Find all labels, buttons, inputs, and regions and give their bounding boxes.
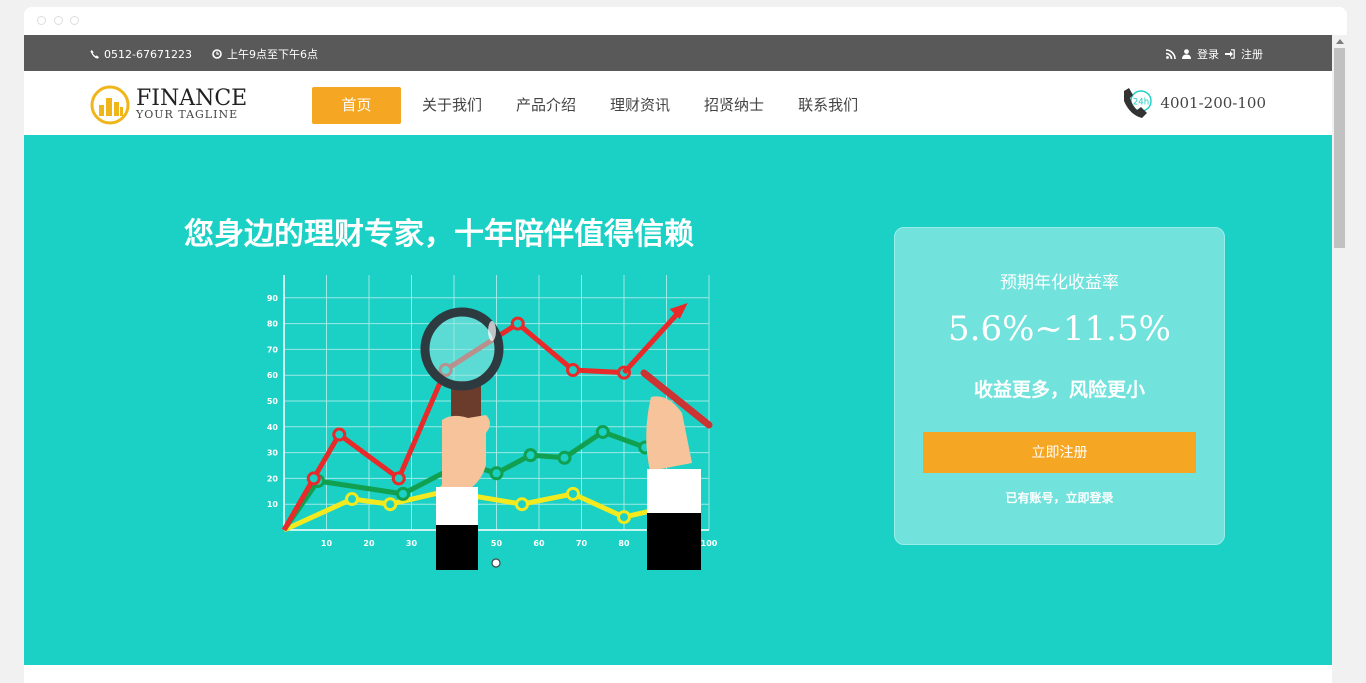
y-tick-label: 60 <box>267 371 279 380</box>
red-point <box>306 471 321 486</box>
y-tick-label: 40 <box>267 423 279 432</box>
scrollbar-thumb[interactable] <box>1334 48 1345 248</box>
nav-item-home[interactable]: 首页 <box>312 87 401 124</box>
window-dot[interactable] <box>54 16 63 25</box>
x-tick-label: 60 <box>533 539 545 548</box>
x-tick-label: 50 <box>491 539 503 548</box>
y-tick-label: 20 <box>267 474 279 483</box>
top-bar: 0512-67671223 上午9点至下午6点 登录 注册 <box>24 35 1332 71</box>
yellow-point <box>345 492 359 507</box>
clock-icon <box>212 49 222 59</box>
window-dot[interactable] <box>37 16 46 25</box>
x-tick-label: 70 <box>576 539 588 548</box>
nav-item-news[interactable]: 理财资讯 <box>593 87 687 124</box>
browser-chrome <box>24 7 1347 35</box>
nav-item-products[interactable]: 产品介绍 <box>499 87 593 124</box>
green-point <box>396 486 410 501</box>
red-point <box>332 427 347 442</box>
main-nav: 首页 关于我们 产品介绍 理财资讯 招贤纳士 联系我们 <box>312 87 875 124</box>
x-tick-label: 100 <box>701 539 718 548</box>
nav-item-careers[interactable]: 招贤纳士 <box>687 87 781 124</box>
red-point <box>510 316 525 331</box>
yield-slogan: 收益更多，风险更小 <box>973 379 1145 401</box>
logo-name: FINANCE <box>136 86 248 111</box>
yield-rate: 5.6%~11.5% <box>948 309 1171 349</box>
grid-lines <box>283 275 710 531</box>
business-hours: 上午9点至下午6点 <box>226 48 318 61</box>
red-arrow-line <box>622 307 684 375</box>
carousel-dot[interactable] <box>491 558 501 568</box>
window-dot[interactable] <box>70 16 79 25</box>
register-button[interactable]: 立即注册 <box>923 432 1196 473</box>
login-now-link[interactable]: 已有账号，立即登录 <box>895 489 1224 506</box>
hotline-number: 4001-200-100 <box>1160 94 1266 112</box>
y-tick-label: 100 <box>261 275 278 277</box>
y-tick-label: 30 <box>267 449 279 458</box>
login-link[interactable]: 登录 <box>1197 46 1219 62</box>
x-tick-label: 80 <box>618 539 630 548</box>
left-hand-illustration <box>436 415 490 570</box>
red-point <box>566 363 580 378</box>
green-point <box>557 450 572 465</box>
red-point <box>391 471 406 486</box>
yellow-point <box>617 510 631 525</box>
phone-number: 0512-67671223 <box>104 47 192 61</box>
y-tick-label: 70 <box>267 345 279 354</box>
x-tick-label: 10 <box>321 539 333 548</box>
green-point <box>523 448 538 463</box>
x-tick-label: 30 <box>406 539 418 548</box>
phone-info: 0512-67671223 <box>90 46 192 62</box>
right-hand-illustration <box>640 369 713 570</box>
user-icon <box>1182 49 1191 59</box>
scrollbar[interactable] <box>1332 35 1347 683</box>
green-point <box>595 424 610 439</box>
24h-phone-icon: 24h <box>1124 88 1153 118</box>
hotline-badge: 24h <box>1133 98 1149 108</box>
nav-item-about[interactable]: 关于我们 <box>405 87 499 124</box>
hotline: 24h 4001-200-100 <box>1120 85 1266 121</box>
yellow-point <box>383 497 398 512</box>
green-point <box>489 466 504 481</box>
scroll-up-icon[interactable] <box>1336 39 1344 44</box>
register-link[interactable]: 注册 <box>1241 46 1263 62</box>
yellow-point <box>566 486 580 501</box>
rss-icon[interactable] <box>1166 49 1176 59</box>
y-tick-label: 50 <box>267 397 279 406</box>
y-tick-label: 10 <box>267 500 279 509</box>
sign-in-icon <box>1225 49 1235 59</box>
logo-tagline: YOUR TAGLINE <box>136 108 239 121</box>
y-tick-label: 90 <box>267 294 279 303</box>
hero-title: 您身边的理财专家，十年陪伴值得信赖 <box>184 217 694 252</box>
yield-label: 预期年化收益率 <box>1000 273 1119 293</box>
site-header: FINANCE YOUR TAGLINE 首页 关于我们 产品介绍 理财资讯 招… <box>24 71 1332 135</box>
yellow-point <box>515 497 529 512</box>
logo[interactable]: FINANCE YOUR TAGLINE <box>90 85 247 125</box>
nav-item-contact[interactable]: 联系我们 <box>781 87 875 124</box>
browser-window: 0512-67671223 上午9点至下午6点 登录 注册 FINANCE YO… <box>24 7 1347 683</box>
phone-icon <box>90 49 99 59</box>
logo-icon <box>90 85 130 125</box>
hero-banner: 您身边的理财专家，十年陪伴值得信赖 100 90 80 70 60 50 40 30 20 10 1… <box>24 135 1332 665</box>
y-tick-label: 80 <box>267 320 279 329</box>
yield-card: 预期年化收益率 5.6%~11.5% 收益更多，风险更小 立即注册 已有账号，立… <box>894 227 1225 545</box>
finance-illustration: 1009080706050403020101020304050607080901… <box>261 275 718 570</box>
hours-info: 上午9点至下午6点 <box>212 46 318 62</box>
x-tick-label: 20 <box>363 539 375 548</box>
